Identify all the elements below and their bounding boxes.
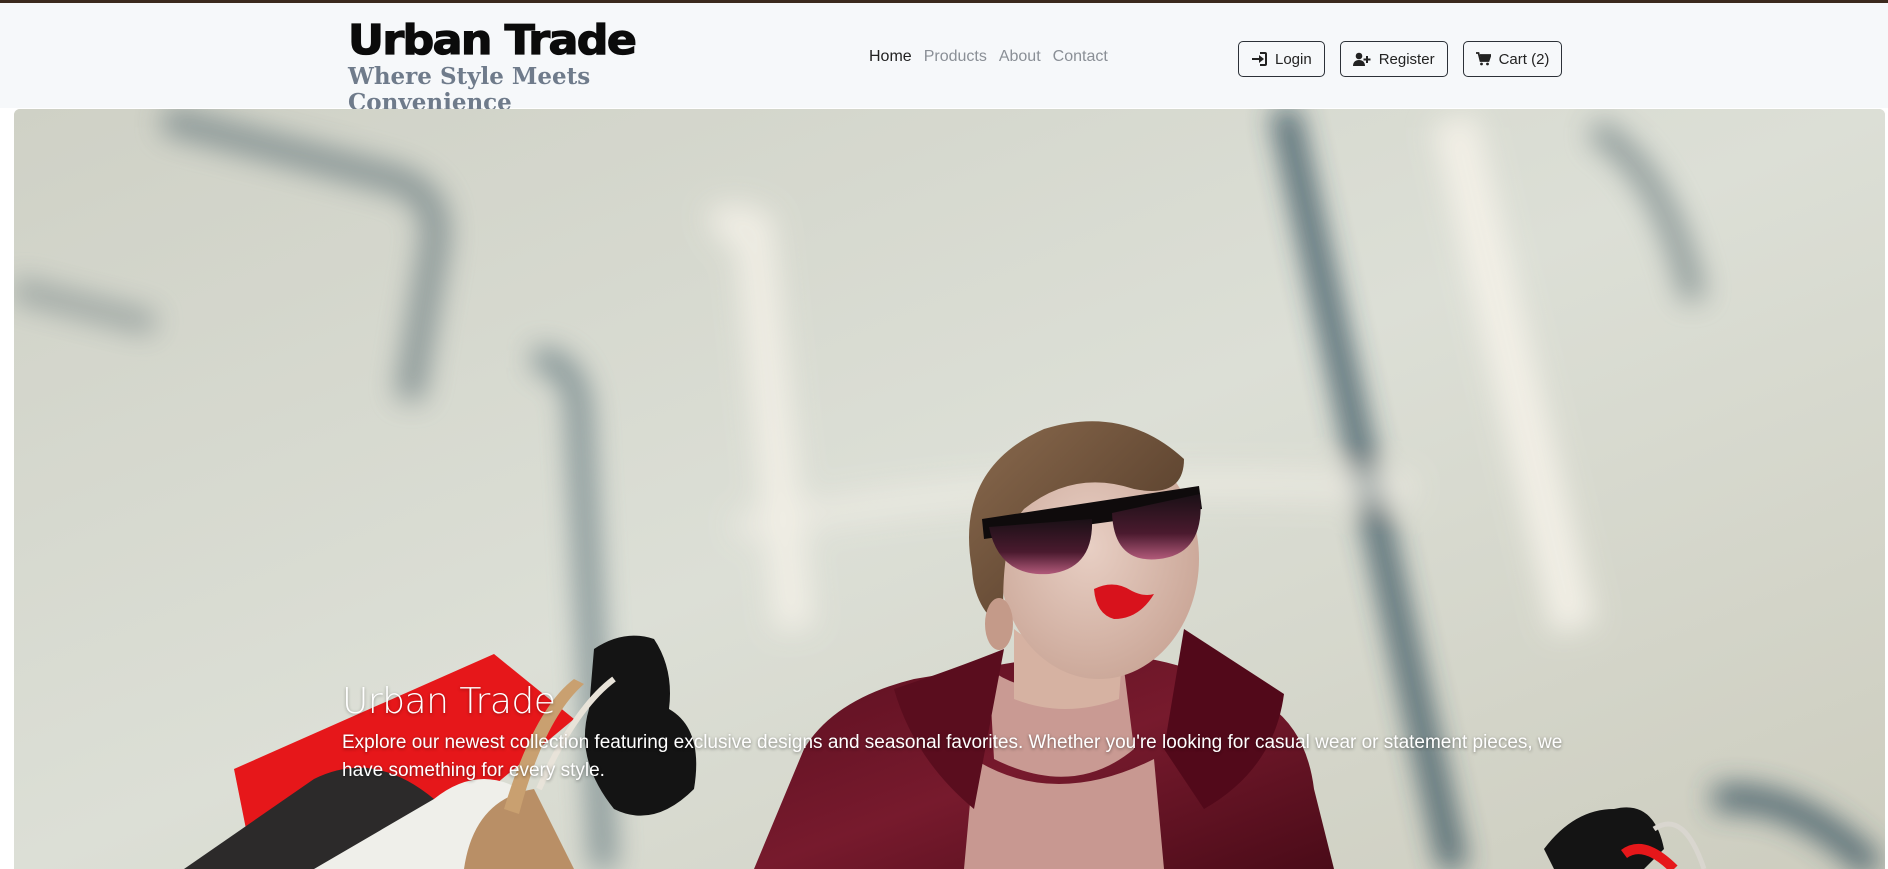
nav-link-about[interactable]: About [999,48,1041,66]
login-label: Login [1275,50,1312,68]
login-button[interactable]: Login [1238,41,1325,77]
cart-icon [1475,52,1491,66]
cart-label: Cart (2) [1498,50,1550,68]
user-plus-icon [1352,52,1371,66]
hero-description: Explore our newest collection featuring … [342,732,1563,781]
navbar: Urban Trade Where Style Meets Convenienc… [0,3,1888,116]
brand-title: Urban Trade [347,15,637,64]
hero-title: Urban Trade [342,681,556,722]
hero-banner: Urban Trade Explore our newest collectio… [14,109,1885,869]
sign-in-icon [1252,52,1267,66]
nav-actions: Login Register Cart (2) [1238,41,1577,77]
nav-link-contact[interactable]: Contact [1053,48,1108,66]
nav-link-products[interactable]: Products [924,48,987,66]
nav-link-home[interactable]: Home [869,48,912,66]
register-label: Register [1378,50,1435,68]
register-button[interactable]: Register [1339,41,1448,77]
brand[interactable]: Urban Trade Where Style Meets Convenienc… [347,15,738,116]
hero-caption: Urban Trade Explore our newest collectio… [342,679,1572,785]
main-nav: Home Products About Contact [869,48,1120,66]
cart-button[interactable]: Cart (2) [1462,41,1563,77]
